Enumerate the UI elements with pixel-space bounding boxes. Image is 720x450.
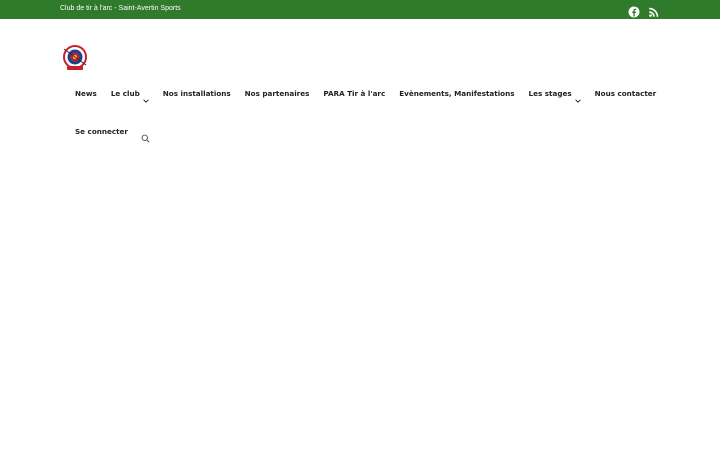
nav-item-nos-installations[interactable]: Nos installations bbox=[156, 83, 238, 105]
nav-item-le-club[interactable]: Le club bbox=[104, 83, 156, 105]
nav-item-label: Se connecter bbox=[75, 127, 128, 136]
nav-item-news[interactable]: News bbox=[68, 83, 104, 105]
chevron-down-icon bbox=[143, 91, 149, 103]
nav-item-label: News bbox=[75, 89, 97, 98]
nav-item-label: Nos partenaires bbox=[244, 89, 310, 98]
nav-item-nos-partenaires[interactable]: Nos partenaires bbox=[238, 83, 317, 105]
social-links bbox=[628, 3, 660, 18]
facebook-icon[interactable] bbox=[628, 3, 640, 18]
nav-item-label: Les stages bbox=[528, 89, 572, 98]
rss-icon[interactable] bbox=[648, 3, 660, 17]
main-navigation: News Le club Nos installations Nos parte… bbox=[68, 83, 668, 143]
site-tagline: Club de tir à l'arc - Saint-Avertin Spor… bbox=[60, 5, 181, 12]
nav-item-label: Evènements, Manifestations bbox=[399, 89, 515, 98]
nav-item-nous-contacter[interactable]: Nous contacter bbox=[588, 83, 664, 105]
nav-item-evenements[interactable]: Evènements, Manifestations bbox=[392, 83, 521, 105]
nav-item-label: Le club bbox=[110, 89, 140, 98]
site-header: News Le club Nos installations Nos parte… bbox=[0, 19, 720, 149]
nav-item-label: Nos installations bbox=[162, 89, 231, 98]
search-icon[interactable] bbox=[141, 128, 150, 143]
nav-item-label: Nous contacter bbox=[594, 89, 657, 98]
chevron-down-icon bbox=[574, 91, 581, 103]
nav-item-les-stages[interactable]: Les stages bbox=[522, 83, 588, 105]
club-logo[interactable] bbox=[60, 44, 90, 72]
nav-item-para-tir-a-larc[interactable]: PARA Tir à l'arc bbox=[316, 83, 392, 105]
nav-item-label: PARA Tir à l'arc bbox=[323, 89, 386, 98]
nav-item-se-connecter[interactable]: Se connecter bbox=[68, 121, 135, 143]
top-bar: Club de tir à l'arc - Saint-Avertin Spor… bbox=[0, 0, 720, 19]
